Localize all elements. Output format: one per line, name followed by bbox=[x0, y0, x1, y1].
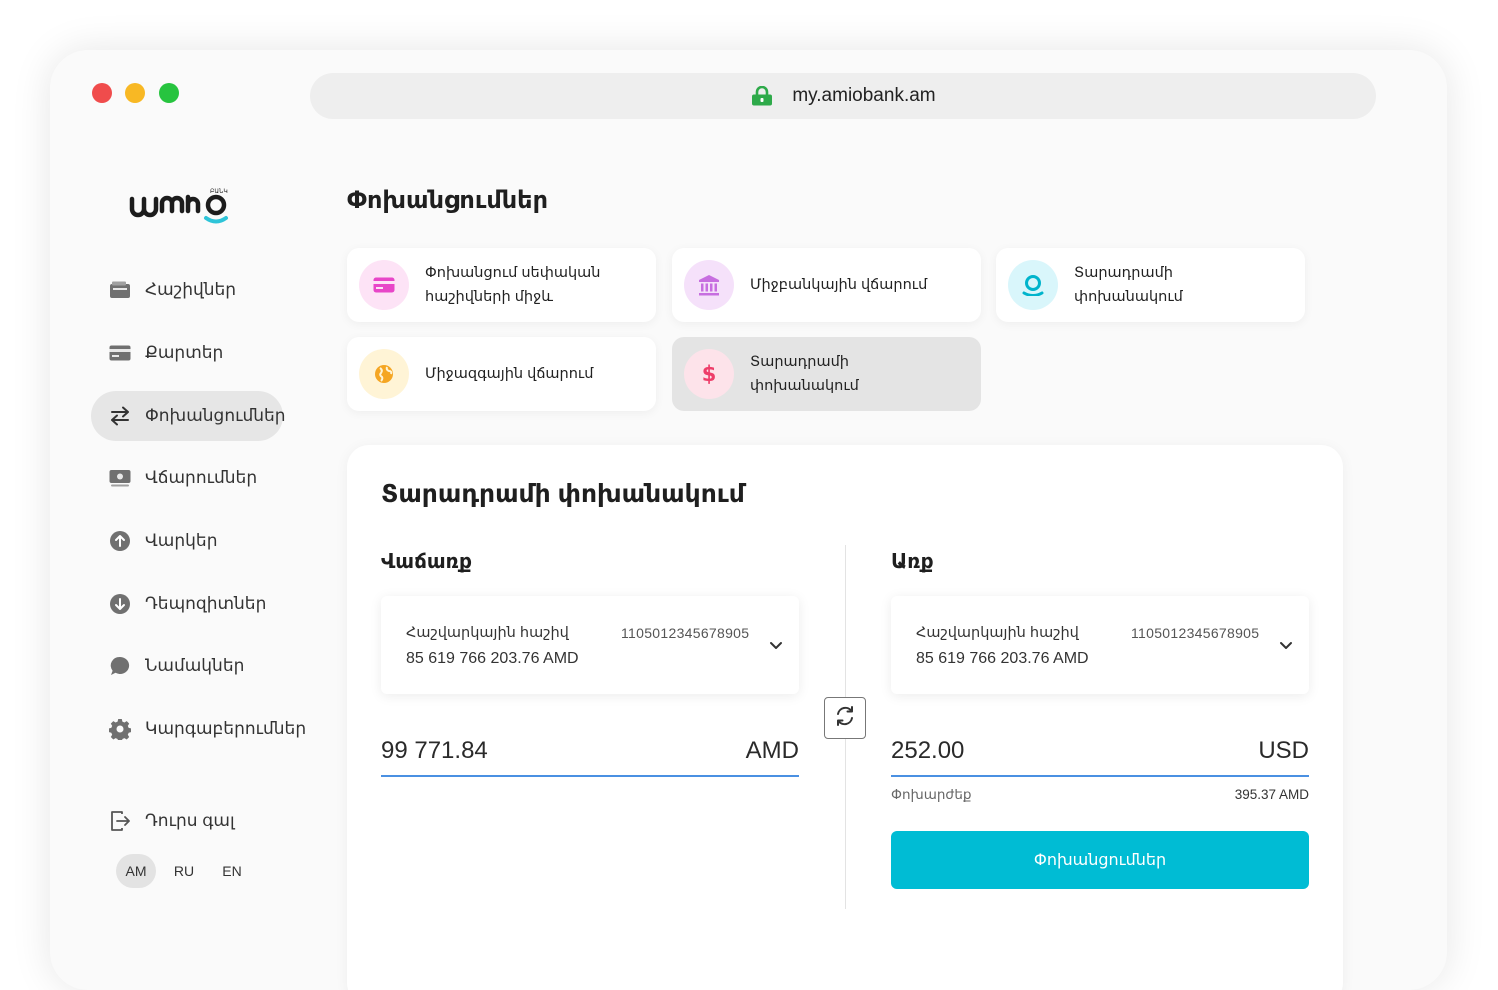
transfer-arrows-icon bbox=[109, 405, 131, 427]
tile-label: Փոխանցում սեփական հաշիվների միջև bbox=[425, 265, 601, 305]
sidebar-item-cards[interactable]: Քարտեր bbox=[91, 328, 223, 378]
buy-amount-value: 252.00 bbox=[891, 737, 965, 764]
svg-text:ԲԱՆԿ: ԲԱՆԿ bbox=[210, 188, 228, 195]
arrow-down-circle-icon bbox=[109, 593, 131, 615]
chevron-down-icon bbox=[769, 638, 783, 649]
url-text: my.amiobank.am bbox=[792, 85, 936, 106]
amio-logo: ԲԱՆԿ bbox=[128, 185, 238, 234]
sidebar-item-label: Փոխանցումներ bbox=[145, 406, 286, 425]
sidebar-item-label: Քարտեր bbox=[145, 343, 224, 362]
sell-account-select[interactable]: Հաշվարկային հաշիվ 1105012345678905 85 61… bbox=[381, 596, 799, 694]
sell-amount-input[interactable]: 99 771.84 AMD bbox=[381, 727, 799, 777]
refresh-icon bbox=[834, 705, 856, 732]
lang-am[interactable]: AM bbox=[116, 854, 156, 888]
buy-title: Առք bbox=[891, 551, 934, 573]
account-type: Հաշվարկային հաշիվ bbox=[916, 625, 1079, 641]
tile-own-accounts-transfer[interactable]: Փոխանցում սեփական հաշիվների միջև bbox=[347, 248, 656, 322]
swap-currencies-button[interactable] bbox=[824, 697, 866, 739]
buy-amount-input[interactable]: 252.00 USD bbox=[891, 727, 1309, 777]
lang-en[interactable]: EN bbox=[212, 854, 252, 888]
sidebar-item-label: Նամակներ bbox=[145, 656, 245, 675]
sell-currency: AMD bbox=[745, 737, 799, 764]
tile-label: Միջազգային վճարում bbox=[425, 366, 594, 382]
sidebar-item-payments[interactable]: Վճարումներ bbox=[91, 453, 257, 503]
card-icon bbox=[109, 342, 131, 364]
lock-icon bbox=[750, 85, 774, 106]
tile-interbank-payment[interactable]: Միջբանկային վճարում bbox=[672, 248, 981, 322]
minimize-window-button[interactable] bbox=[125, 83, 145, 103]
svg-text:$: $ bbox=[702, 362, 717, 386]
globe-icon bbox=[359, 349, 409, 399]
exchange-icon bbox=[1008, 260, 1058, 310]
account-type: Հաշվարկային հաշիվ bbox=[406, 625, 569, 641]
sell-amount-value: 99 771.84 bbox=[381, 737, 488, 764]
chevron-down-icon bbox=[1279, 638, 1293, 649]
browser-window: my.amiobank.am ԲԱՆԿ Հաշիվներ Քարտեր Փոխա… bbox=[50, 50, 1447, 990]
submit-transfer-button[interactable]: Փոխանցումներ bbox=[891, 831, 1309, 889]
cash-icon bbox=[109, 467, 131, 489]
tile-currency-exchange-active[interactable]: $ Տարադրամի փոխանակում bbox=[672, 337, 981, 411]
sidebar-item-label: Հաշիվներ bbox=[145, 280, 237, 299]
sidebar-item-settings[interactable]: Կարգաբերումներ bbox=[91, 704, 306, 754]
sidebar-item-deposits[interactable]: Դեպոզիտներ bbox=[91, 579, 266, 629]
bank-icon bbox=[684, 260, 734, 310]
buy-account-select[interactable]: Հաշվարկային հաշիվ 1105012345678905 85 61… bbox=[891, 596, 1309, 694]
page-title: Փոխանցումներ bbox=[347, 187, 548, 214]
tile-label: Տարադրամի փոխանակում bbox=[750, 354, 859, 394]
sidebar-item-accounts[interactable]: Հաշիվներ bbox=[91, 265, 236, 315]
sidebar-item-label: Վճարումներ bbox=[145, 468, 258, 487]
buy-currency: USD bbox=[1258, 737, 1309, 764]
logout-icon bbox=[109, 810, 131, 832]
maximize-window-button[interactable] bbox=[159, 83, 179, 103]
account-balance: 85 619 766 203.76 AMD bbox=[916, 650, 1089, 667]
tile-international-payment[interactable]: Միջազգային վճարում bbox=[347, 337, 656, 411]
amio-logo-mark: ԲԱՆԿ bbox=[129, 188, 228, 224]
sidebar-item-label: Կարգաբերումներ bbox=[145, 719, 307, 738]
language-switcher: AM RU EN bbox=[116, 854, 252, 888]
tile-currency-exchange[interactable]: Տարադրամի փոխանակում bbox=[996, 248, 1305, 322]
lang-ru[interactable]: RU bbox=[164, 854, 204, 888]
account-balance: 85 619 766 203.76 AMD bbox=[406, 650, 579, 667]
exchange-title: Տարադրամի փոխանակում bbox=[381, 480, 745, 508]
dollar-icon: $ bbox=[684, 349, 734, 399]
tile-label: Տարադրամի փոխանակում bbox=[1074, 265, 1183, 305]
chat-bubble-icon bbox=[109, 655, 131, 677]
card-icon bbox=[359, 260, 409, 310]
sidebar-item-label: Դեպոզիտներ bbox=[145, 594, 267, 613]
sidebar-item-loans[interactable]: Վարկեր bbox=[91, 516, 217, 566]
arrow-up-circle-icon bbox=[109, 530, 131, 552]
gear-icon bbox=[109, 718, 131, 740]
sidebar-item-messages[interactable]: Նամակներ bbox=[91, 641, 244, 691]
account-number: 1105012345678905 bbox=[621, 625, 750, 641]
logout-button[interactable]: Դուրս գալ bbox=[91, 796, 235, 846]
sidebar-item-transfers[interactable]: Փոխանցումներ bbox=[91, 391, 286, 441]
sidebar-item-label: Վարկեր bbox=[145, 531, 218, 550]
sell-title: Վաճառք bbox=[381, 551, 472, 573]
exchange-rate-label: Փոխարժեք bbox=[891, 787, 972, 802]
tile-label: Միջբանկային վճարում bbox=[750, 277, 928, 293]
logout-label: Դուրս գալ bbox=[145, 811, 235, 830]
wallet-icon bbox=[109, 279, 131, 301]
exchange-rate-value: 395.37 AMD bbox=[1234, 787, 1309, 802]
close-window-button[interactable] bbox=[92, 83, 112, 103]
address-bar[interactable]: my.amiobank.am bbox=[310, 73, 1376, 119]
exchange-card: Տարադրամի փոխանակում Վաճառք Առք Հաշվարկա… bbox=[347, 445, 1343, 990]
account-number: 1105012345678905 bbox=[1131, 625, 1260, 641]
